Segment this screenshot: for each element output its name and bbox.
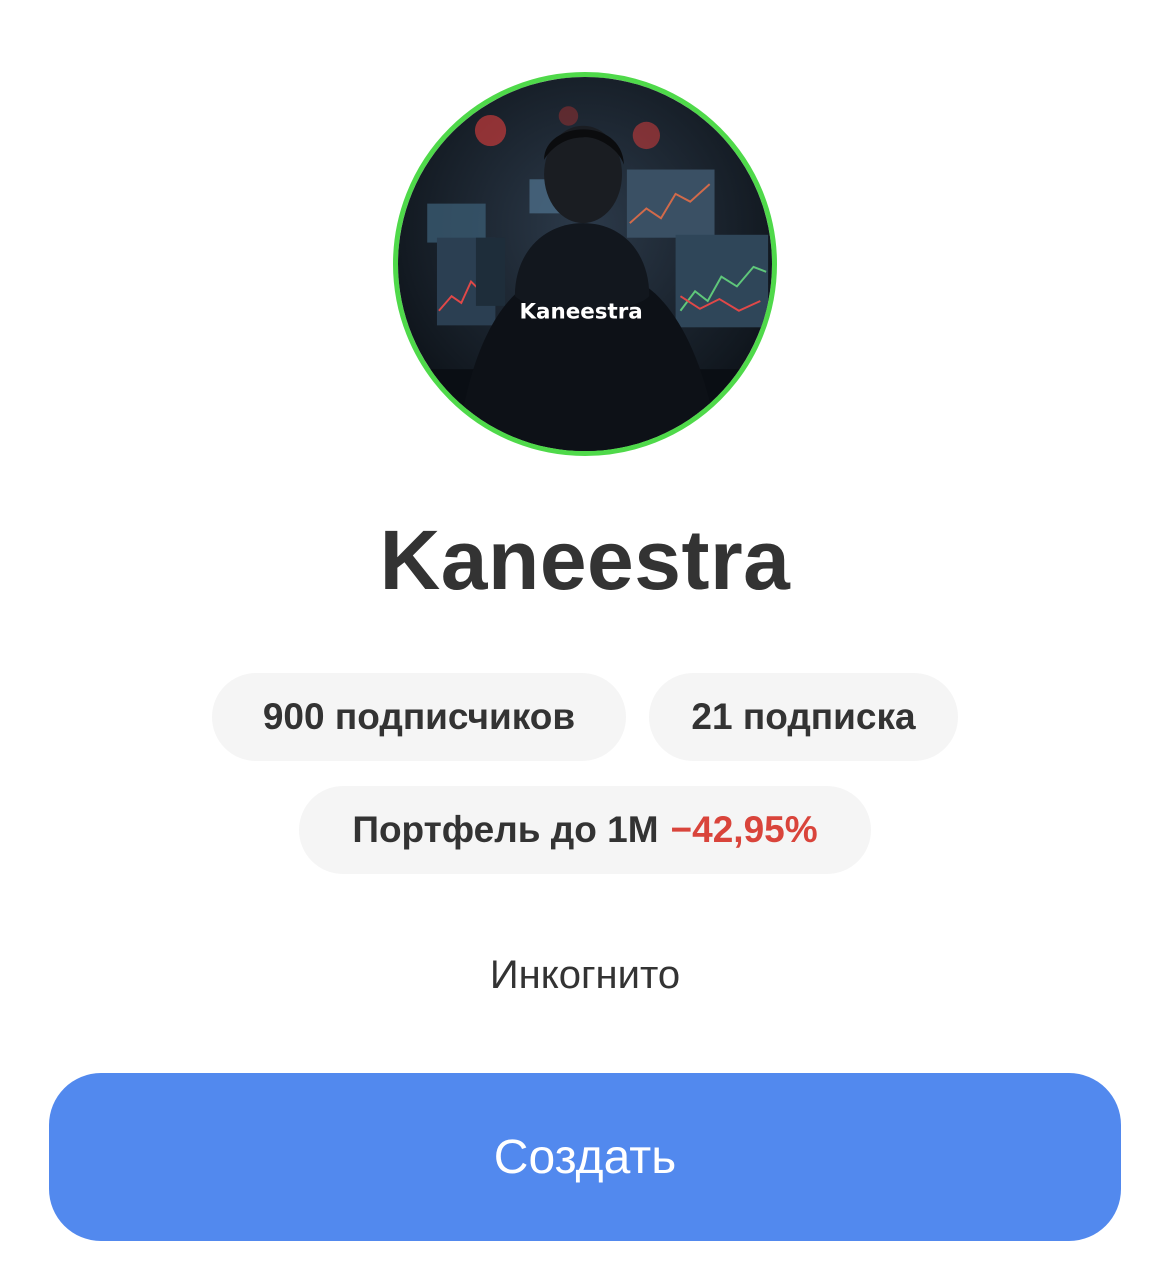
following-chip[interactable]: 21 подписка xyxy=(649,673,958,761)
create-button[interactable]: Создать xyxy=(49,1073,1121,1241)
followers-count: 900 подписчиков xyxy=(262,696,576,737)
avatar-image: Kaneestra xyxy=(398,77,772,451)
create-button-label: Создать xyxy=(493,1130,677,1184)
avatar-caption: Kaneestra xyxy=(519,300,642,325)
following-count: 21 подписка xyxy=(691,696,916,737)
profile-name: Kaneestra xyxy=(379,513,791,607)
incognito-label[interactable]: Инкогнито xyxy=(0,948,1170,1002)
portfolio-change: −42,95% xyxy=(670,809,818,850)
portfolio-chip[interactable]: Портфель до 1М −42,95% xyxy=(299,786,871,874)
followers-chip[interactable]: 900 подписчиков xyxy=(212,673,626,761)
portfolio-label: Портфель до 1М xyxy=(352,809,659,850)
avatar[interactable]: Kaneestra xyxy=(393,72,777,456)
